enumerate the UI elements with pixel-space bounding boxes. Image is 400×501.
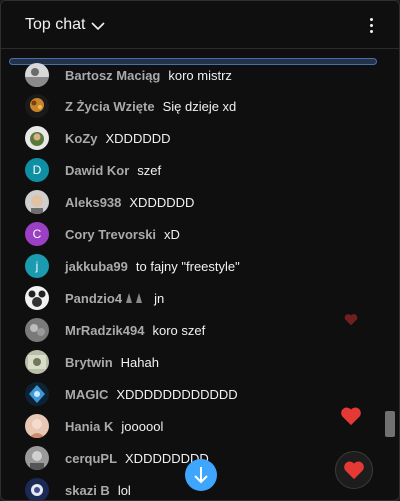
avatar[interactable]: j xyxy=(25,254,49,278)
message-text: lol xyxy=(117,482,131,498)
chat-header: Top chat xyxy=(1,1,399,49)
message-author[interactable]: Dawid Kor xyxy=(65,163,129,178)
avatar[interactable] xyxy=(25,286,49,310)
heart-icon xyxy=(344,461,364,480)
chat-message: skazi B lol xyxy=(25,478,131,500)
avatar[interactable]: C xyxy=(25,222,49,246)
avatar[interactable] xyxy=(25,350,49,374)
avatar[interactable] xyxy=(25,446,49,470)
message-author[interactable]: Bartosz Maciąg xyxy=(65,68,160,83)
chat-message: MrRadzik494 koro szef xyxy=(25,318,205,342)
message-text: to fajny "freestyle" xyxy=(135,258,240,274)
chat-message: D Dawid Kor szef xyxy=(25,158,161,182)
avatar[interactable] xyxy=(25,318,49,342)
message-text: koro mistrz xyxy=(168,67,232,83)
message-text: XDDDDDDDDDDDD xyxy=(116,386,238,402)
message-author[interactable]: Hania K xyxy=(65,419,113,434)
reaction-heart-button[interactable] xyxy=(335,451,373,489)
chat-message: KoZy XDDDDDD xyxy=(25,126,171,150)
more-vertical-icon[interactable] xyxy=(361,15,381,35)
chat-message: Pandzio4 jn xyxy=(25,286,164,310)
avatar[interactable] xyxy=(25,94,49,118)
scrollbar-thumb[interactable] xyxy=(385,411,395,437)
chat-message: C Cory Trevorski xD xyxy=(25,222,180,246)
avatar[interactable] xyxy=(25,382,49,406)
message-text: szef xyxy=(137,162,162,178)
chat-message: cerquPL XDDDDDDDD xyxy=(25,446,209,470)
message-author[interactable]: skazi B xyxy=(65,483,110,498)
message-text: xD xyxy=(164,226,180,242)
message-text: Hahah xyxy=(120,354,159,370)
avatar[interactable] xyxy=(25,414,49,438)
avatar[interactable] xyxy=(25,63,49,87)
chat-messages-list[interactable]: Bartosz Maciąg koro mistrz Z Życia Wzięt… xyxy=(1,63,399,500)
floating-heart-icon xyxy=(344,314,358,326)
avatar[interactable] xyxy=(25,478,49,500)
message-text: XDDDDDD xyxy=(105,130,171,146)
chevron-down-icon xyxy=(91,21,106,30)
message-text: joooool xyxy=(121,418,164,434)
message-author[interactable]: Brytwin xyxy=(65,355,113,370)
message-author[interactable]: cerquPL xyxy=(65,451,117,466)
avatar[interactable]: D xyxy=(25,158,49,182)
live-chat-panel: Top chat Bartosz Maciąg koro mistrz Z Ży… xyxy=(0,0,400,501)
top-chat-dropdown[interactable]: Top chat xyxy=(25,15,106,34)
chat-message: Bartosz Maciąg koro mistrz xyxy=(25,63,232,87)
message-author[interactable]: Pandzio4 xyxy=(65,291,122,306)
chat-message: Z Życia Wzięte Się dzieje xd xyxy=(25,94,236,118)
message-text: XDDDDDD xyxy=(129,194,195,210)
chat-message: Hania K joooool xyxy=(25,414,163,438)
scroll-to-bottom-button[interactable] xyxy=(185,459,217,491)
message-author[interactable]: MAGIC xyxy=(65,387,108,402)
chat-message: Brytwin Hahah xyxy=(25,350,159,374)
message-author[interactable]: Z Życia Wzięte xyxy=(65,99,155,114)
message-text: koro szef xyxy=(152,322,206,338)
avatar[interactable] xyxy=(25,190,49,214)
avatar[interactable] xyxy=(25,126,49,150)
message-author[interactable]: Aleks938 xyxy=(65,195,121,210)
arrow-down-icon xyxy=(194,467,208,484)
chat-mode-title: Top chat xyxy=(25,15,86,33)
message-author[interactable]: jakkuba99 xyxy=(65,259,128,274)
chat-message: MAGIC XDDDDDDDDDDDD xyxy=(25,382,238,406)
message-text: Się dzieje xd xyxy=(162,98,237,114)
moderator-badge-icon xyxy=(126,293,143,303)
chat-message: Aleks938 XDDDDDD xyxy=(25,190,194,214)
message-text: jn xyxy=(154,290,165,306)
message-author[interactable]: KoZy xyxy=(65,131,98,146)
message-author[interactable]: Cory Trevorski xyxy=(65,227,156,242)
chat-message: j jakkuba99 to fajny "freestyle" xyxy=(25,254,240,278)
floating-heart-icon xyxy=(341,407,361,426)
message-author[interactable]: MrRadzik494 xyxy=(65,323,144,338)
